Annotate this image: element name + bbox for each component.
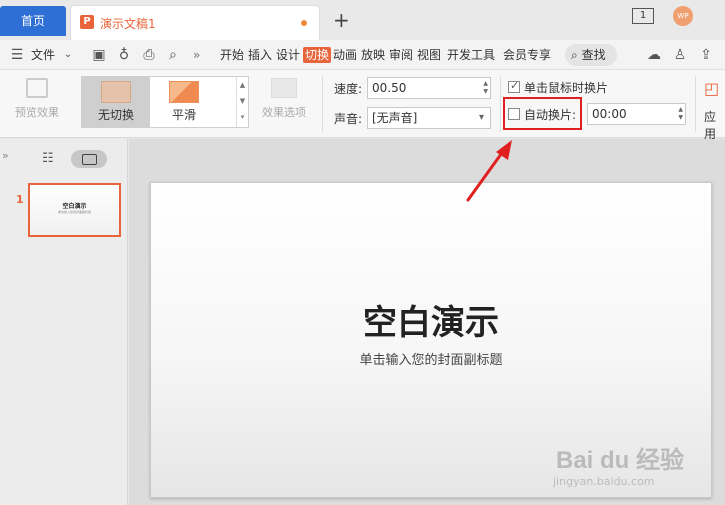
- chevron-down-icon[interactable]: ⌄: [59, 46, 77, 64]
- speed-label: 速度:: [334, 82, 363, 96]
- share-icon[interactable]: ⇪: [697, 46, 715, 64]
- annotation-arrow-icon: [466, 140, 512, 202]
- slide-thumbnail[interactable]: 空白演示 单击输入您的封面副标题: [28, 183, 121, 237]
- slide-subtitle[interactable]: 单击输入您的封面副标题: [151, 349, 711, 368]
- cloud-icon[interactable]: ☁: [645, 46, 663, 64]
- chevron-down-icon: ▾: [478, 112, 484, 123]
- sound-value: [无声音]: [372, 111, 418, 125]
- slide-number: 1: [16, 193, 24, 206]
- apply-all-button[interactable]: 应用: [704, 108, 725, 142]
- slide-title[interactable]: 空白演示: [151, 295, 711, 344]
- sound-select[interactable]: [无声音] ▾: [367, 107, 491, 129]
- print-preview-icon[interactable]: ⌕: [164, 46, 182, 64]
- presentation-icon: P: [80, 15, 94, 29]
- tab-home[interactable]: 首页: [0, 6, 66, 36]
- transition-none-label: 无切换: [97, 108, 134, 122]
- menu-slideshow[interactable]: 放映: [361, 47, 385, 63]
- collapse-panel-button[interactable]: »: [2, 149, 9, 162]
- menu-bar: ☰ 文件 ⌄ ▣ ♁ ⎙ ⌕ » 开始 插入 设计 切换 动画 放映 审阅 视图…: [0, 40, 725, 70]
- window-switch-button[interactable]: 1: [632, 8, 654, 24]
- preview-icon: [26, 78, 48, 98]
- avatar[interactable]: WP: [673, 6, 693, 26]
- auto-advance-highlight: [503, 97, 582, 130]
- ribbon-divider: [695, 76, 696, 132]
- search-button[interactable]: ⌕ 查找: [565, 44, 617, 66]
- watermark-logo: Bai du 经验: [556, 447, 685, 474]
- ribbon: 预览效果 无切换 平滑 ▲ ▼ ▾ 效果选项 速度: 00.50 ▲ ▼ 声音: [无…: [0, 70, 725, 141]
- menu-member[interactable]: 会员专享: [503, 47, 551, 63]
- new-tab-button[interactable]: +: [333, 8, 350, 32]
- speed-spinner-icon[interactable]: ▲ ▼: [483, 80, 488, 96]
- preview-effect-button[interactable]: 预览效果: [6, 78, 68, 120]
- menu-animation[interactable]: 动画: [333, 47, 357, 63]
- transition-none-thumb: [101, 81, 131, 103]
- menu-review[interactable]: 审阅: [389, 47, 413, 63]
- more-tools-button[interactable]: »: [193, 47, 200, 63]
- time-spinner-icon[interactable]: ▲ ▼: [678, 106, 683, 122]
- print-icon[interactable]: ⎙: [140, 46, 158, 64]
- transition-gallery: 无切换 平滑 ▲ ▼ ▾: [81, 76, 249, 128]
- click-advance-checkbox[interactable]: [508, 79, 520, 93]
- file-menu[interactable]: 文件: [31, 47, 55, 63]
- menu-insert[interactable]: 插入: [248, 47, 272, 63]
- speed-input[interactable]: 00.50 ▲ ▼: [367, 77, 491, 99]
- transition-smooth-thumb: [169, 81, 199, 103]
- thumbnail-view-toggle[interactable]: [71, 150, 107, 168]
- add-user-icon[interactable]: ♙: [671, 46, 689, 64]
- effect-options-icon: [271, 78, 297, 98]
- thumb-subtitle: 单击输入您的封面副标题: [57, 210, 91, 214]
- auto-advance-time-input[interactable]: 00:00 ▲ ▼: [587, 103, 686, 125]
- document-title: 演示文稿1: [100, 17, 156, 31]
- auto-advance-time-value: 00:00: [592, 107, 627, 121]
- format-painter-icon[interactable]: ♁: [115, 46, 133, 64]
- menu-view[interactable]: 视图: [417, 47, 441, 63]
- click-advance-label: 单击鼠标时换片: [524, 81, 609, 95]
- preview-effect-label: 预览效果: [15, 106, 59, 119]
- save-icon[interactable]: ▣: [90, 46, 108, 64]
- tab-document[interactable]: P 演示文稿1: [70, 5, 320, 40]
- ribbon-divider: [500, 76, 501, 132]
- menu-developer[interactable]: 开发工具: [447, 47, 495, 63]
- effect-options-button[interactable]: 效果选项: [254, 78, 314, 120]
- search-icon: ⌕: [571, 48, 578, 62]
- hamburger-menu-icon[interactable]: ☰: [8, 46, 26, 64]
- tab-bar: 首页 P 演示文稿1 + 1 WP: [0, 0, 725, 40]
- speed-value: 00.50: [372, 81, 407, 95]
- sound-label: 声音:: [334, 112, 363, 126]
- effect-options-label: 效果选项: [262, 106, 306, 119]
- search-label: 查找: [581, 48, 606, 62]
- transition-smooth-label: 平滑: [171, 108, 196, 122]
- ribbon-divider: [322, 76, 323, 132]
- apply-all-icon: ◰: [704, 79, 720, 98]
- menu-start[interactable]: 开始: [220, 47, 244, 63]
- unsaved-dot-icon: [301, 20, 307, 26]
- watermark-url: jingyan.baidu.com: [553, 475, 655, 488]
- gallery-scrollbar[interactable]: ▲ ▼ ▾: [236, 77, 248, 127]
- menu-design[interactable]: 设计: [276, 47, 300, 63]
- transition-none[interactable]: 无切换: [82, 77, 150, 127]
- slide-panel: » ☷ 1 空白演示 单击输入您的封面副标题: [0, 139, 128, 505]
- outline-view-icon[interactable]: ☷: [42, 152, 58, 166]
- thumb-title: 空白演示: [62, 203, 87, 210]
- menu-transition[interactable]: 切换: [303, 47, 332, 63]
- transition-smooth[interactable]: 平滑: [150, 77, 218, 127]
